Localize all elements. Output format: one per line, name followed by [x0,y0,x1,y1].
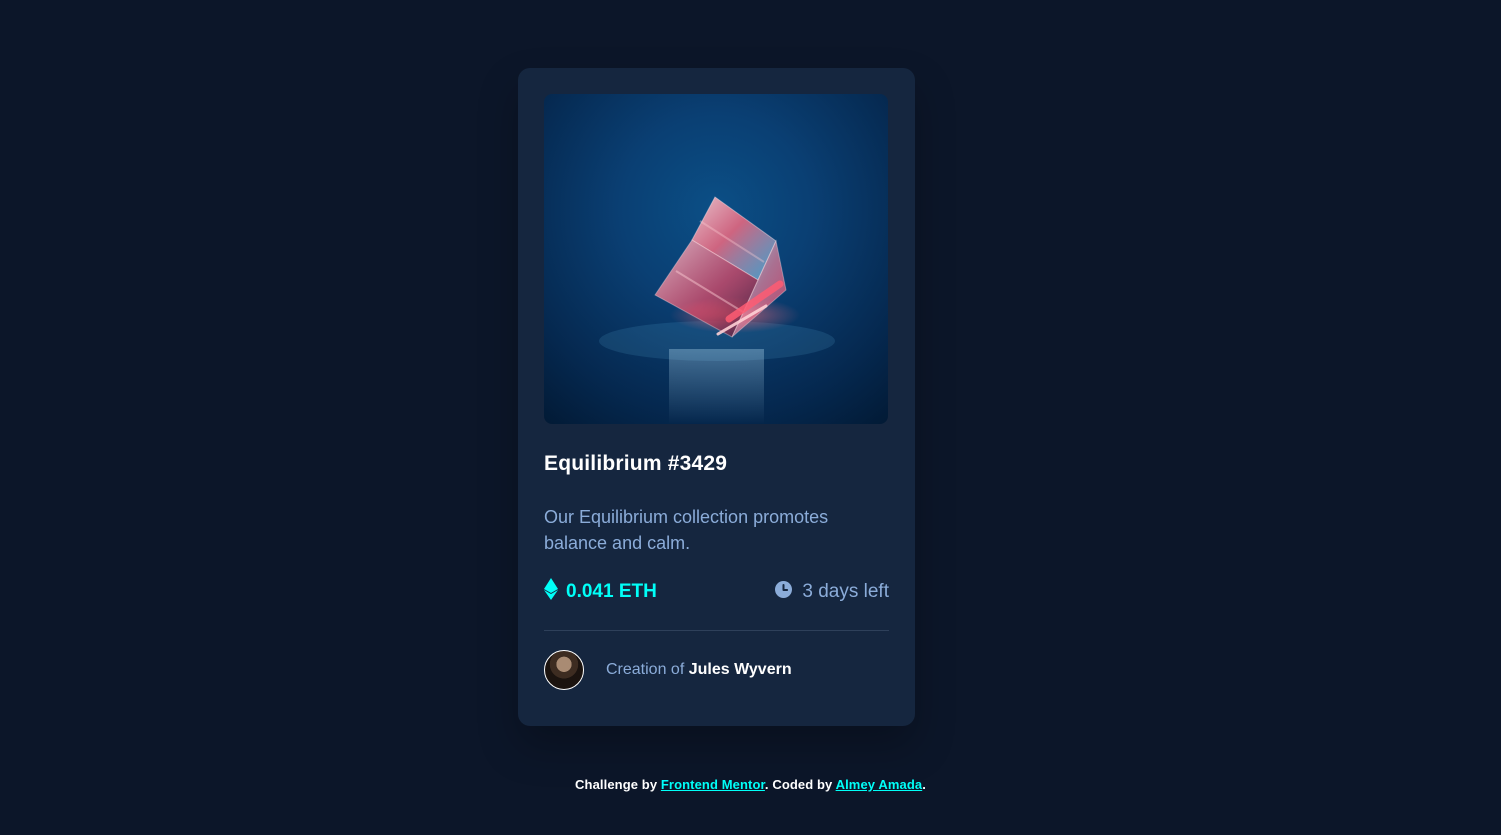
attribution-text-1: Challenge by [575,777,658,792]
card-description: Our Equilibrium collection promotes bala… [544,507,829,553]
card-meta: 0.041 ETH 3 days left [544,578,889,606]
ethereum-icon [544,578,558,606]
price: 0.041 ETH [544,578,657,606]
price-value: 0.041 ETH [566,581,657,602]
creator-prefix: Creation of [606,661,685,678]
avatar [544,650,584,690]
frontend-mentor-link[interactable]: Frontend Mentor [661,777,765,792]
divider [544,630,889,631]
creator-row: Creation of Jules Wyvern [544,650,792,690]
author-link[interactable]: Almey Amada [836,777,923,792]
hero-image[interactable] [544,94,888,424]
page: Equilibrium #3429 Our Equilibrium collec… [0,0,1501,835]
nft-card: Equilibrium #3429 Our Equilibrium collec… [518,68,915,726]
clock-icon [775,580,793,604]
attribution-text-3: . [922,777,926,792]
time-left: 3 days left [775,580,889,604]
attribution: Challenge by Frontend Mentor. Coded by A… [0,777,1501,792]
card-title[interactable]: Equilibrium #3429 [544,452,727,476]
cube-artwork [599,196,835,424]
time-left-value: 3 days left [802,581,889,602]
creator-text: Creation of Jules Wyvern [606,661,792,679]
creator-name[interactable]: Jules Wyvern [689,661,792,678]
attribution-text-2: . Coded by [764,777,833,792]
